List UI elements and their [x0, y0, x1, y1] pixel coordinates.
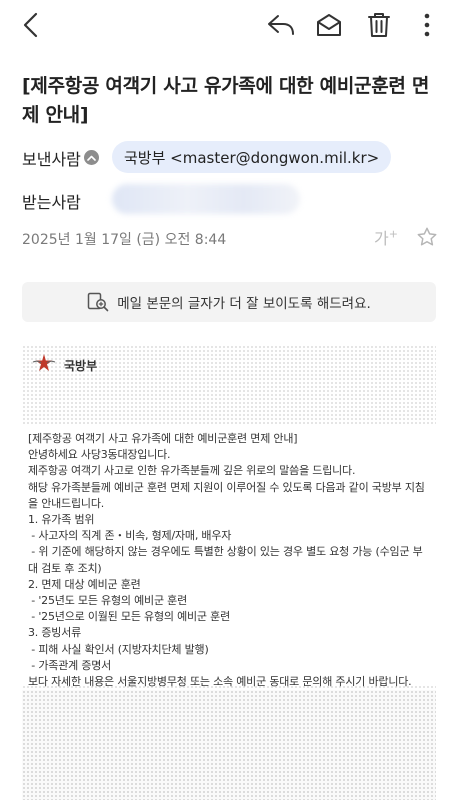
- email-text-line: - 가족관계 증명서: [28, 658, 112, 672]
- recipient-label: 받는사람: [22, 193, 81, 212]
- email-text-line: - 피해 사실 확인서 (지방자치단체 발행): [28, 642, 209, 656]
- email-date: 2025년 1월 17일 (금) 오전 8:44: [22, 232, 227, 248]
- ministry-logo-icon: [32, 354, 56, 371]
- chevron-left-icon: [23, 12, 38, 38]
- email-body-header: 국방부: [22, 345, 436, 383]
- email-text-line: 안녕하세요 사당3동대장입니다.: [28, 448, 171, 462]
- email-text-line: 제주항공 여객기 사고로 인한 유가족분들께 깊은 위로의 말씀을 드립니다.: [28, 464, 356, 478]
- email-text-line: - '25년도 모든 유형의 예비군 훈련: [28, 594, 188, 608]
- email-text-line: 해당 유가족분들께 예비군 훈련 면제 지원이 이루어질 수 있도록 다음과 같…: [28, 480, 425, 510]
- readability-banner[interactable]: 메일 본문의 글자가 더 잘 보이도록 해드려요.: [22, 282, 436, 322]
- font-size-plus: +: [388, 227, 398, 241]
- sender-details-toggle[interactable]: [84, 150, 99, 165]
- magnify-document-icon: [87, 292, 109, 312]
- reply-icon: [268, 15, 294, 35]
- email-text-line: 2. 면제 대상 예비군 훈련: [28, 577, 141, 591]
- email-text-line: [제주항공 여객기 사고 유가족에 대한 예비군훈련 면제 안내]: [28, 432, 298, 445]
- font-size-button[interactable]: 가+: [374, 225, 398, 249]
- email-text-line: - 사고자의 직계 존・비속, 형제/자매, 배우자: [28, 529, 232, 543]
- envelope-open-icon: [317, 14, 341, 36]
- email-text-line: 보다 자세한 내용은 서울지방병무청 또는 소속 예비군 동대로 문의해 주시기…: [28, 675, 412, 689]
- email-subject: [제주항공 여객기 사고 유가족에 대한 예비군훈련 면제 안내]: [22, 75, 430, 126]
- back-button[interactable]: [14, 8, 48, 42]
- chevron-up-icon: [87, 155, 96, 161]
- more-vertical-icon: [424, 13, 430, 37]
- email-text-line: 1. 유가족 범위: [28, 513, 95, 527]
- email-body-footer-image: [22, 690, 436, 800]
- email-text-lines: [제주항공 여객기 사고 유가족에 대한 예비군훈련 면제 안내] 안녕하세요 사…: [28, 431, 432, 706]
- sender-chip[interactable]: 국방부 <master@dongwon.mil.kr>: [112, 141, 392, 173]
- top-toolbar: [0, 0, 458, 50]
- ministry-brand: 국방부: [64, 359, 98, 373]
- email-body: 국방부 [제주항공 여객기 사고 유가족에 대한 예비군훈련 면제 안내] 안녕하…: [22, 345, 436, 800]
- email-text-line: - 위 기준에 해당하지 않는 경우에도 특별한 상황이 있는 경우 별도 요청…: [28, 545, 423, 575]
- email-text-line: - '25년으로 이월된 모든 유형의 예비군 훈련: [28, 610, 230, 624]
- mark-unread-button[interactable]: [312, 8, 346, 42]
- sender-label: 보낸사람: [22, 150, 81, 169]
- delete-button[interactable]: [362, 8, 396, 42]
- more-options-button[interactable]: [410, 8, 444, 42]
- recipient-chip-blurred[interactable]: [112, 184, 300, 214]
- star-outline-icon: [417, 227, 437, 246]
- trash-icon: [368, 13, 390, 37]
- font-size-label: 가: [374, 229, 389, 248]
- star-button[interactable]: [416, 226, 438, 252]
- banner-text: 메일 본문의 글자가 더 잘 보이도록 해드려요.: [117, 296, 371, 312]
- email-text-block: [제주항공 여객기 사고 유가족에 대한 예비군훈련 면제 안내] 안녕하세요 사…: [22, 425, 436, 704]
- reply-button[interactable]: [264, 8, 298, 42]
- email-text-line: 3. 증빙서류: [28, 626, 82, 640]
